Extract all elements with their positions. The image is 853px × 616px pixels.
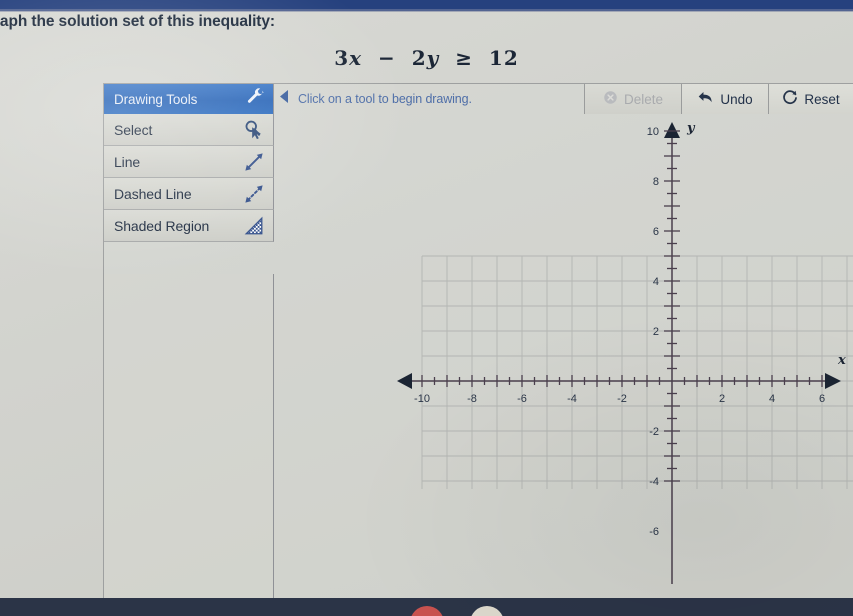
checkered-triangle-icon — [243, 215, 265, 237]
double-arrow-line-icon — [243, 151, 265, 173]
refresh-icon — [782, 89, 798, 109]
y-axis-up-arrow — [664, 122, 680, 138]
tool-hint-bar: Click on a tool to begin drawing. — [275, 84, 584, 114]
cursor-select-icon — [243, 119, 265, 141]
undo-button[interactable]: Undo — [681, 84, 768, 114]
screenshot-root: raph the solution set of this inequality… — [0, 0, 853, 616]
graphing-widget: Drawing Tools Click on a tool to begin d… — [103, 83, 853, 599]
x-tick-labels: -10 -8 -6 -4 -2 2 4 6 8 10 — [414, 393, 825, 405]
equation-var-x: x — [349, 46, 363, 70]
page-title: raph the solution set of this inequality… — [0, 13, 275, 30]
x-tick-label: 2 — [719, 393, 725, 405]
undo-arrow-icon — [697, 90, 714, 108]
y-tick-label: -2 — [649, 426, 659, 438]
x-tick-label: -6 — [517, 393, 527, 405]
tool-item-dashed-line-label: Dashed Line — [114, 185, 192, 202]
reset-button-label: Reset — [804, 91, 840, 107]
coordinate-plane[interactable]: -10 -8 -6 -4 -2 2 4 6 8 10 10 8 6 4 — [275, 114, 853, 599]
x-axis-right-arrow — [825, 373, 841, 389]
x-tick-label: 6 — [819, 393, 825, 405]
bottom-nav-bar — [0, 598, 853, 616]
x-axis-left-arrow — [397, 373, 412, 389]
equation-coef-y: 2 — [411, 46, 427, 70]
tool-item-shaded-region-label: Shaded Region — [114, 217, 210, 234]
widget-toolbar: Drawing Tools Click on a tool to begin d… — [104, 84, 853, 114]
equation-minus: − — [378, 46, 396, 70]
y-tick-label: 4 — [653, 276, 659, 288]
y-axis-label: y — [686, 121, 696, 136]
x-tick-label: -10 — [414, 393, 430, 405]
triangle-left-icon[interactable] — [280, 90, 289, 108]
drawing-tools-list: Select Line Dashed Line Shaded Region — [104, 114, 274, 242]
wrench-icon — [246, 87, 265, 111]
y-tick-labels: 10 8 6 4 2 -2 -4 -6 — [647, 126, 659, 538]
tool-item-select[interactable]: Select — [104, 114, 274, 146]
tool-item-shaded-region[interactable]: Shaded Region — [104, 210, 274, 242]
x-tick-label: -8 — [467, 393, 477, 405]
x-tick-label: -4 — [567, 393, 577, 405]
delete-button-label: Delete — [623, 91, 664, 107]
drawing-tools-header[interactable]: Drawing Tools — [104, 84, 274, 114]
undo-button-label: Undo — [720, 91, 753, 107]
nav-button-red[interactable] — [410, 606, 444, 616]
y-tick-label: 6 — [653, 226, 659, 238]
x-tick-label: 4 — [769, 393, 775, 405]
x-tick-label: -2 — [617, 393, 627, 405]
y-tick-label: -4 — [649, 476, 659, 488]
tool-item-dashed-line[interactable]: Dashed Line — [104, 178, 274, 210]
axis-arrows — [397, 122, 841, 389]
inequality-expression: 3x − 2y ≥ 12 — [0, 46, 853, 70]
equation-constant: 12 — [488, 46, 519, 70]
delete-button[interactable]: Delete — [584, 84, 681, 114]
grid-lines — [421, 255, 853, 489]
equation-coef-x: 3 — [334, 46, 350, 70]
drawing-tools-label: Drawing Tools — [114, 91, 198, 107]
y-tick-label: 8 — [653, 176, 659, 188]
x-axis-label: x — [837, 353, 846, 368]
dashed-double-arrow-icon — [243, 183, 265, 205]
tool-panel-body — [104, 274, 274, 599]
tool-item-line-label: Line — [114, 153, 141, 170]
top-bar-shadow — [0, 9, 853, 12]
reset-button[interactable]: Reset — [768, 84, 853, 114]
nav-button-white[interactable] — [470, 606, 504, 616]
tool-item-line[interactable]: Line — [104, 146, 274, 178]
y-tick-label: 2 — [653, 326, 659, 338]
tool-hint-text: Click on a tool to begin drawing. — [298, 92, 472, 106]
circle-x-icon — [603, 90, 618, 108]
equation-var-y: y — [426, 46, 440, 70]
equation-relation: ≥ — [455, 46, 473, 70]
tool-item-select-label: Select — [114, 121, 153, 138]
y-tick-label: -6 — [649, 526, 659, 538]
y-tick-label: 10 — [647, 126, 659, 138]
graph-svg[interactable]: -10 -8 -6 -4 -2 2 4 6 8 10 10 8 6 4 — [275, 114, 853, 599]
